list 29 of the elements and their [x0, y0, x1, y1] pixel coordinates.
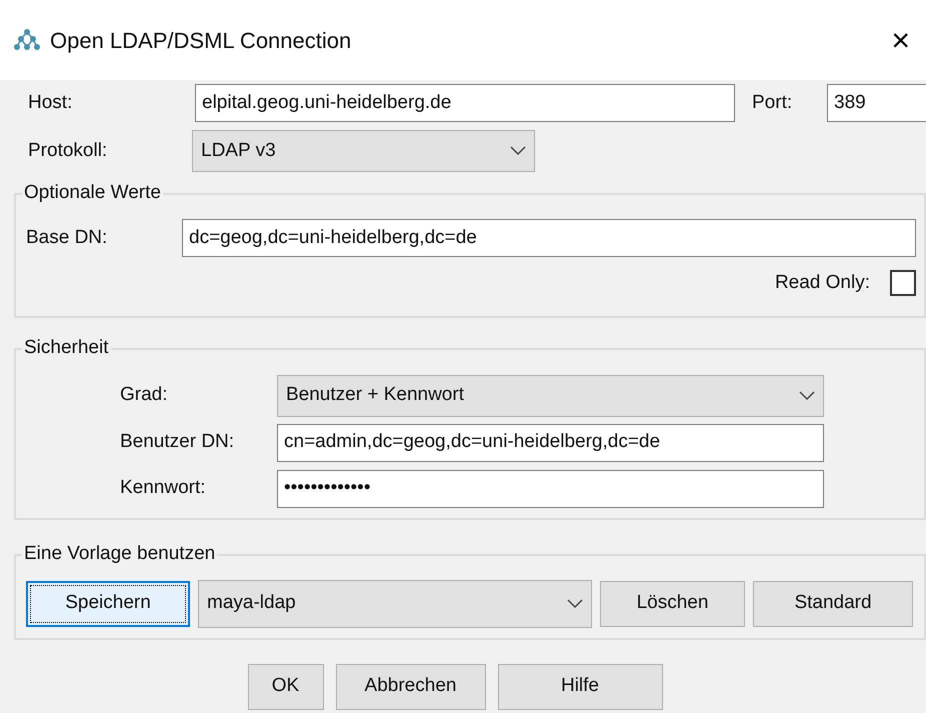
field-label: Kennwort:: [120, 476, 207, 500]
template-button[interactable]: Speichern: [26, 580, 190, 626]
window-title: Open LDAP/DSML Connection: [50, 26, 352, 55]
checkbox-label: Read Only:: [774, 271, 870, 295]
base-dn-field[interactable]: dc=geog,dc=uni-heidelberg,dc=de: [182, 219, 916, 257]
security-level-dropdown[interactable]: Benutzer + Kennwort: [277, 374, 824, 416]
dialog-button[interactable]: Hilfe: [498, 664, 662, 710]
chevron-down-icon: [567, 598, 583, 608]
chevron-down-icon: [799, 390, 815, 400]
template-button[interactable]: Standard: [753, 580, 913, 626]
network-icon: [14, 28, 40, 52]
read-only-checkbox[interactable]: [890, 270, 916, 296]
field-label: Port:: [752, 90, 794, 115]
field-label: Benutzer DN:: [120, 430, 236, 454]
close-button[interactable]: ×: [887, 24, 914, 56]
field-label: Protokoll:: [27, 138, 108, 163]
chevron-down-icon: [510, 146, 526, 156]
user-dn-field[interactable]: cn=admin,dc=geog,dc=uni-heidelberg,dc=de: [277, 424, 824, 462]
field-label: Base DN:: [26, 226, 108, 250]
dialog-button[interactable]: OK: [248, 664, 324, 710]
field-label: Grad:: [120, 383, 169, 408]
protocol-dropdown[interactable]: LDAP v3: [192, 130, 535, 172]
template-button[interactable]: Löschen: [600, 580, 745, 626]
port-field[interactable]: 389: [827, 84, 926, 122]
host-field[interactable]: elpital.geog.uni-heidelberg.de: [195, 84, 735, 122]
field-label: Host:: [27, 90, 74, 115]
dialog-button[interactable]: Abbrechen: [336, 664, 486, 710]
template-dropdown[interactable]: maya-ldap: [198, 580, 592, 628]
password-field[interactable]: •••••••••••••: [277, 470, 824, 508]
